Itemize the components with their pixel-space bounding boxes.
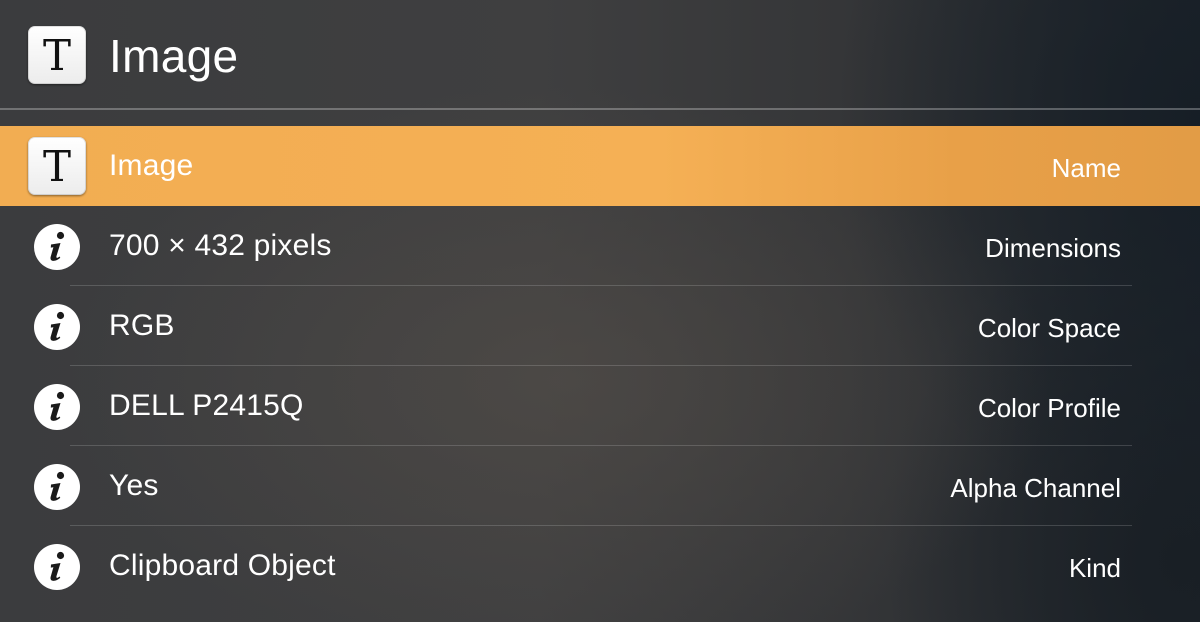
property-row-color-profile[interactable]: DELL P2415Q Color Profile — [0, 366, 1200, 446]
info-icon — [34, 544, 80, 590]
property-list: T Image Name 700 × 432 pixels Dimensions… — [0, 126, 1200, 606]
property-row-color-space[interactable]: RGB Color Space — [0, 286, 1200, 366]
property-label: Alpha Channel — [950, 473, 1121, 503]
property-value: Yes — [109, 469, 159, 502]
text-document-icon: T — [28, 26, 86, 84]
info-icon — [34, 304, 80, 350]
panel-title: Image — [109, 30, 239, 82]
property-label: Dimensions — [985, 233, 1121, 263]
property-row-kind[interactable]: Clipboard Object Kind — [0, 526, 1200, 606]
property-row-dimensions[interactable]: 700 × 432 pixels Dimensions — [0, 206, 1200, 286]
info-icon — [34, 464, 80, 510]
property-value: DELL P2415Q — [109, 389, 304, 422]
property-value: 700 × 432 pixels — [109, 229, 332, 262]
header-divider — [0, 108, 1200, 110]
property-label: Kind — [1068, 553, 1121, 583]
property-value: Image — [109, 149, 194, 182]
property-value: Clipboard Object — [109, 549, 336, 582]
property-row-alpha-channel[interactable]: Yes Alpha Channel — [0, 446, 1200, 526]
property-row-name[interactable]: T Image Name — [0, 126, 1200, 206]
property-label: Color Profile — [977, 393, 1121, 423]
text-document-icon-glyph: T — [42, 31, 71, 80]
property-label: Name — [1051, 153, 1121, 183]
property-value: RGB — [109, 309, 175, 342]
panel-header: T Image — [0, 0, 1200, 108]
text-document-icon-glyph: T — [42, 142, 71, 191]
text-document-icon: T — [28, 137, 86, 195]
info-icon — [34, 384, 80, 430]
property-label: Color Space — [977, 313, 1121, 343]
info-icon — [34, 224, 80, 270]
info-panel: T Image T Image Name 700 × 432 pixels Di… — [0, 0, 1200, 622]
